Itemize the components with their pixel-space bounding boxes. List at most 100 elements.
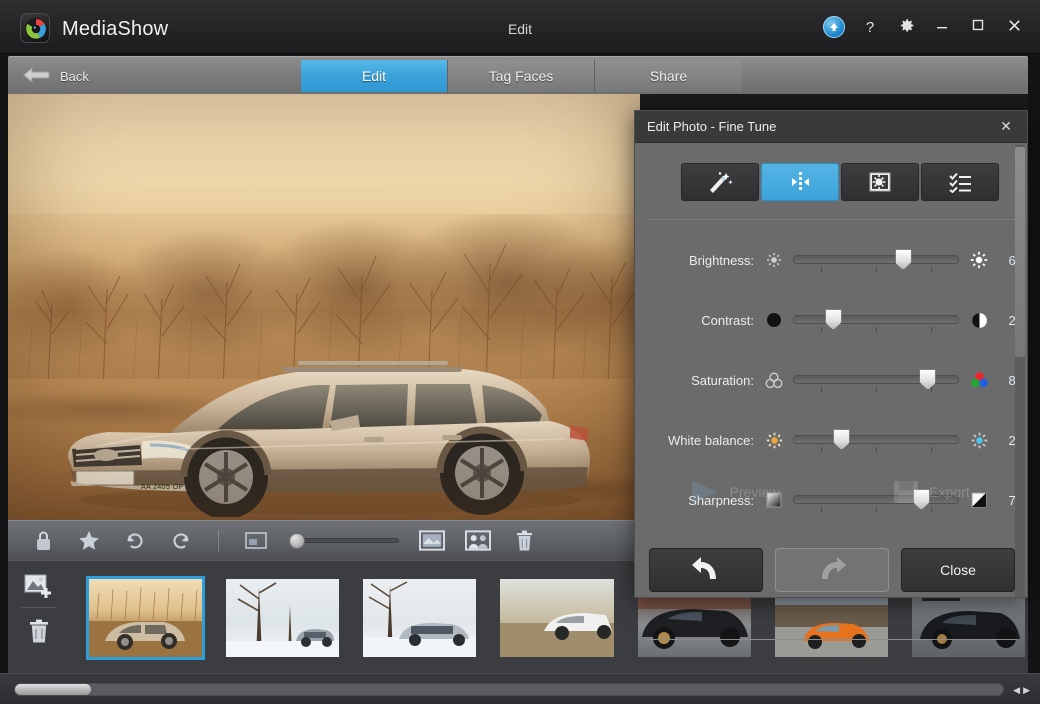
question-mark-icon: ? — [866, 19, 874, 36]
delete-icon[interactable] — [511, 528, 537, 554]
photo-vignette — [8, 94, 640, 520]
license-plate-text: AA 2405 OP — [141, 484, 184, 491]
mediashow-window: MediaShow Edit ? — [0, 0, 1040, 704]
contrast-slider[interactable] — [793, 307, 959, 333]
slider-track — [793, 495, 959, 504]
sharpness-label: Sharpness: — [647, 493, 763, 508]
thumb-subaru-outback-sepia[interactable] — [86, 576, 205, 660]
scrollbar-thumb[interactable] — [15, 684, 91, 695]
tab-edit-label: Edit — [362, 68, 386, 84]
scroll-left-arrow-icon[interactable]: ◀ — [1013, 685, 1020, 696]
gear-icon — [898, 17, 915, 38]
small-thumbnail-icon[interactable] — [243, 528, 269, 554]
main-photo[interactable]: AA 2405 OP — [8, 94, 640, 520]
photo-effects-tab[interactable] — [841, 163, 919, 201]
fine-tune-icon — [786, 171, 814, 193]
slider-track — [793, 255, 959, 264]
thumb-snow-suv-trees[interactable] — [223, 576, 342, 660]
upgrade-button[interactable] — [818, 11, 850, 43]
white-balance-slider[interactable] — [793, 427, 959, 453]
tab-share[interactable]: Share — [595, 60, 742, 92]
zoom-thumb[interactable] — [289, 533, 305, 549]
filmstrip-sidebar — [8, 561, 70, 674]
half-circle-icon — [967, 312, 991, 329]
sharp-square-icon — [967, 492, 991, 508]
scroll-right-arrow-icon[interactable]: ▶ — [1023, 685, 1030, 696]
redo-button — [775, 548, 889, 592]
title-bar: MediaShow Edit ? — [0, 0, 1040, 54]
dialog-tool-tabs — [635, 143, 1027, 201]
tag-lock-icon[interactable] — [30, 528, 56, 554]
soft-square-icon — [763, 492, 785, 508]
trash-icon[interactable] — [22, 616, 56, 646]
slider-ticks — [793, 447, 959, 453]
brightness-slider[interactable] — [793, 247, 959, 273]
fine-tune-sliders: Brightness: — [635, 220, 1027, 530]
sharpness-slider[interactable] — [793, 487, 959, 513]
back-button[interactable]: Back — [22, 63, 89, 89]
dialog-scrollbar-thumb[interactable] — [1015, 147, 1025, 357]
back-arrow-icon — [22, 65, 52, 88]
scrollbar-arrows: ◀ ▶ — [1013, 685, 1030, 696]
close-icon — [1007, 18, 1022, 37]
tab-edit[interactable]: Edit — [301, 60, 448, 92]
tab-tag-faces-label: Tag Faces — [489, 68, 554, 84]
nav-bar: Back Edit Tag Faces Share — [8, 56, 1028, 94]
minimize-button[interactable] — [926, 11, 958, 43]
star-rating-icon[interactable] — [76, 528, 102, 554]
saturation-slider[interactable] — [793, 367, 959, 393]
close-button[interactable] — [998, 11, 1030, 43]
add-photo-icon[interactable] — [22, 571, 56, 601]
redo-arrow-icon — [815, 556, 849, 585]
undo-button[interactable] — [649, 548, 763, 592]
brightness-label: Brightness: — [647, 253, 763, 268]
dim-sun-icon — [763, 252, 785, 268]
app-title: MediaShow — [62, 18, 168, 41]
toolbar-separator — [218, 530, 219, 552]
settings-button[interactable] — [890, 11, 922, 43]
people-faces-icon[interactable] — [465, 528, 491, 554]
slider-row-saturation: Saturation: — [635, 350, 1027, 410]
thumb-white-car-field[interactable] — [497, 576, 616, 660]
warm-sun-icon — [763, 432, 785, 449]
slider-row-sharpness: Sharpness: — [635, 470, 1027, 530]
saturation-label: Saturation: — [647, 373, 763, 388]
dialog-header: Edit Photo - Fine Tune ✕ — [635, 111, 1027, 143]
maximize-icon — [971, 18, 985, 36]
dialog-footer-line — [647, 639, 1017, 640]
tab-share-label: Share — [650, 68, 687, 84]
slider-row-brightness: Brightness: — [635, 230, 1027, 290]
slider-ticks — [793, 387, 959, 393]
undo-arrow-icon — [689, 556, 723, 585]
close-button[interactable]: Close — [901, 548, 1015, 592]
zoom-track — [289, 538, 399, 543]
dialog-close-icon[interactable]: ✕ — [995, 116, 1017, 138]
scrollbar-track[interactable] — [14, 683, 1004, 696]
contrast-label: Contrast: — [647, 313, 763, 328]
dialog-title: Edit Photo - Fine Tune — [647, 119, 995, 134]
magic-wand-tab[interactable] — [681, 163, 759, 201]
close-button-label: Close — [940, 562, 976, 578]
large-thumbnail-icon[interactable] — [419, 528, 445, 554]
slider-row-white-balance: White balance: — [635, 410, 1027, 470]
maximize-button[interactable] — [962, 11, 994, 43]
photo-effects-icon — [867, 171, 893, 193]
help-button[interactable]: ? — [854, 11, 886, 43]
adjust-list-tab[interactable] — [921, 163, 999, 201]
thumb-image — [363, 579, 476, 657]
thumb-silver-suv-snow[interactable] — [360, 576, 479, 660]
adjust-list-icon — [946, 171, 974, 193]
magic-wand-icon — [707, 171, 733, 193]
fine-tune-tab[interactable] — [761, 163, 839, 201]
cool-sun-icon — [967, 432, 991, 449]
mediashow-logo-icon — [20, 13, 50, 43]
slider-ticks — [793, 267, 959, 273]
slider-ticks — [793, 327, 959, 333]
tab-tag-faces[interactable]: Tag Faces — [448, 60, 595, 92]
rotate-right-icon[interactable] — [168, 528, 194, 554]
slider-row-contrast: Contrast: 23 — [635, 290, 1027, 350]
bottom-scrollbar: ◀ ▶ — [0, 673, 1040, 704]
rotate-left-icon[interactable] — [122, 528, 148, 554]
thumbnail-zoom-slider[interactable] — [289, 533, 399, 549]
bright-sun-icon — [967, 251, 991, 269]
